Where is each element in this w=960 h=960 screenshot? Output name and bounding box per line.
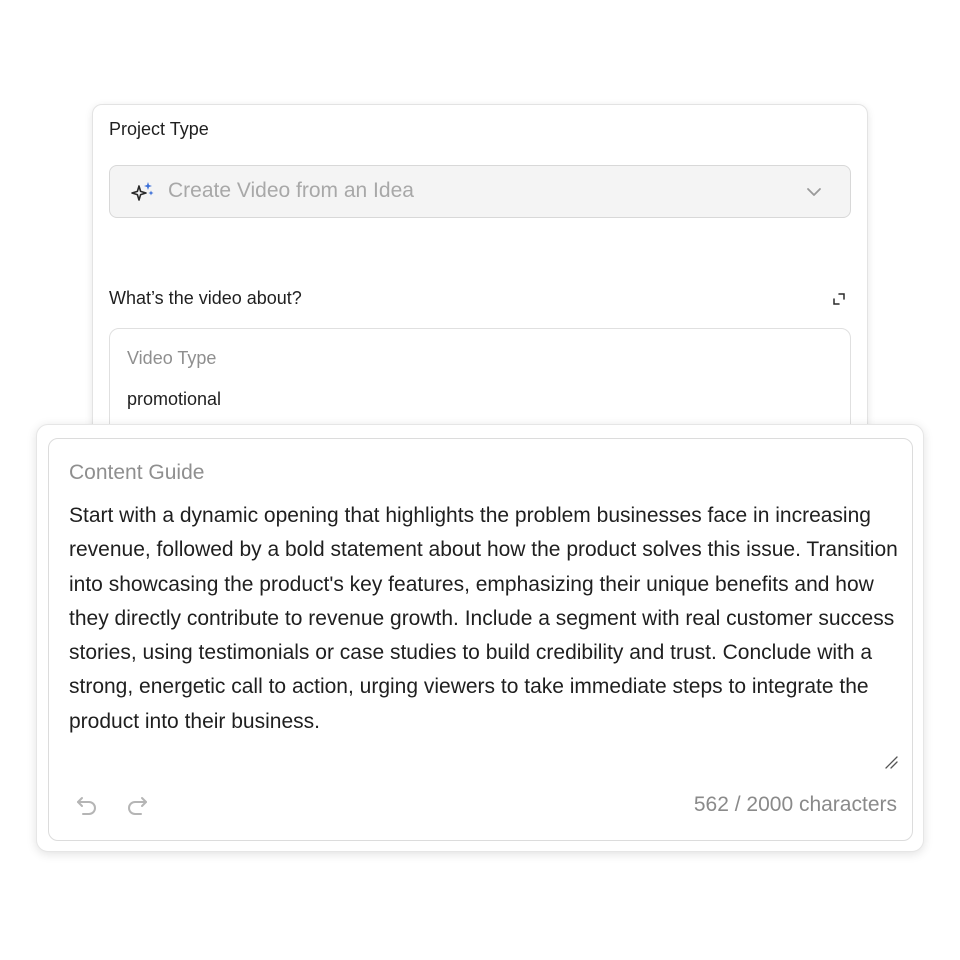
- video-about-label: What’s the video about?: [109, 288, 302, 308]
- content-guide-card: Content Guide Start with a dynamic openi…: [36, 424, 924, 852]
- project-type-label: Project Type: [109, 119, 209, 139]
- sparkle-icon: [130, 179, 156, 205]
- video-type-label: Video Type: [127, 348, 217, 368]
- undo-icon[interactable]: [73, 792, 101, 820]
- content-guide-label: Content Guide: [69, 461, 205, 484]
- chevron-down-icon: [804, 182, 824, 202]
- content-guide-box[interactable]: Content Guide Start with a dynamic openi…: [48, 438, 913, 841]
- character-count: 562 / 2000 characters: [693, 793, 897, 816]
- project-type-select[interactable]: Create Video from an Idea: [109, 165, 851, 218]
- project-type-value: Create Video from an Idea: [168, 179, 414, 202]
- project-settings-card: Project Type Create Video from an Idea W…: [92, 104, 868, 468]
- expand-icon[interactable]: [831, 291, 847, 307]
- content-guide-textarea[interactable]: Start with a dynamic opening that highli…: [69, 499, 899, 739]
- redo-icon[interactable]: [123, 792, 151, 820]
- video-type-value[interactable]: promotional: [127, 389, 221, 410]
- stage: Project Type Create Video from an Idea W…: [0, 0, 960, 960]
- resize-handle-icon[interactable]: [884, 755, 898, 769]
